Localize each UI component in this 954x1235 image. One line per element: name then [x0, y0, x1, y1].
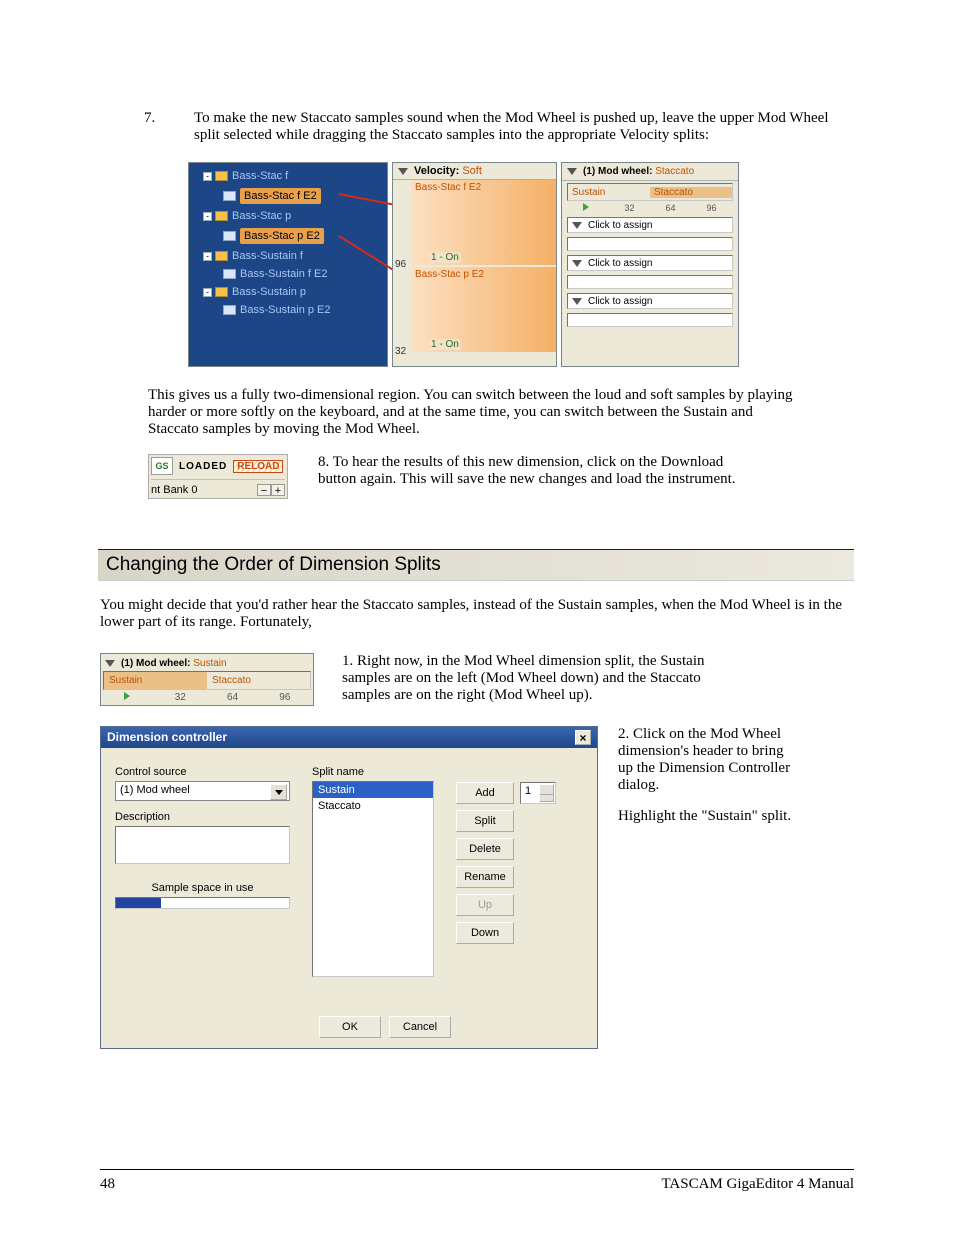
dropdown-icon [572, 260, 582, 267]
loaded-label: LOADED [179, 461, 227, 472]
modwheel-thumb-sustain: Sustain [104, 672, 207, 689]
folder-icon [215, 211, 228, 221]
assign-slot-1-body [567, 237, 733, 251]
control-source-dropdown[interactable]: (1) Mod wheel [115, 781, 290, 801]
tree-folder: -Bass-Stac f [197, 167, 385, 185]
folder-icon [215, 171, 228, 181]
dimension-controller-dialog: Dimension controller × Control source (1… [100, 726, 598, 1049]
tree-wave: Bass-Stac p E2 [197, 225, 385, 247]
sample-tree-panel: -Bass-Stac fBass-Stac f E2-Bass-Stac pBa… [188, 162, 388, 367]
plus-button[interactable]: + [271, 484, 285, 496]
assign-slot-1: Click to assign [567, 217, 733, 233]
page-footer: 48 TASCAM GigaEditor 4 Manual [100, 1169, 854, 1193]
manual-title: TASCAM GigaEditor 4 Manual [661, 1176, 854, 1193]
tree-folder: -Bass-Sustain p [197, 283, 385, 301]
sample-space-bar [115, 897, 290, 909]
on-label-top: 1 - On [429, 252, 461, 263]
modwheel-splits: Sustain Staccato [567, 183, 733, 201]
load-panel-thumb: GS LOADED RELOAD nt Bank 0 − + [148, 454, 288, 499]
ok-button[interactable]: OK [319, 1016, 381, 1038]
tree-wave: Bass-Sustain f E2 [197, 265, 385, 283]
screenshot-strip: -Bass-Stac fBass-Stac f E2-Bass-Stac pBa… [188, 162, 854, 367]
dropdown-icon [572, 222, 582, 229]
modwheel-panel: (1) Mod wheel: Staccato Sustain Staccato… [561, 162, 739, 367]
velocity-bot-label: Bass-Stac p E2 [415, 269, 484, 280]
modwheel-split-sustain: Sustain [568, 187, 650, 198]
assign-slot-2: Click to assign [567, 255, 733, 271]
para-two-dimensional: This gives us a fully two-dimensional re… [148, 387, 806, 438]
modwheel-ruler: 326496 [562, 203, 738, 213]
reload-button[interactable]: RELOAD [233, 460, 283, 473]
tree-wave: Bass-Sustain p E2 [197, 301, 385, 319]
axis-tick: 32 [395, 346, 406, 357]
control-source-label: Control source [115, 766, 290, 778]
tree-folder: -Bass-Stac p [197, 207, 385, 225]
section-heading: Changing the Order of Dimension Splits [98, 549, 854, 581]
velocity-split-top: Bass-Stac f E2 96 1 - On [411, 180, 556, 265]
wave-icon [223, 269, 236, 279]
step-7: 7. To make the new Staccato samples soun… [144, 110, 854, 144]
axis-tick: 96 [395, 259, 406, 270]
assign-slot-3-body [567, 313, 733, 327]
section-intro: You might decide that you'd rather hear … [100, 597, 854, 631]
dropdown-icon [567, 168, 577, 175]
delete-button[interactable]: Delete [456, 838, 514, 860]
dialog-title-text: Dimension controller [107, 730, 227, 745]
cancel-button[interactable]: Cancel [389, 1016, 451, 1038]
on-label-bot: 1 - On [429, 339, 461, 350]
modwheel-header: (1) Mod wheel: Staccato [562, 163, 738, 181]
add-button[interactable]: Add [456, 782, 514, 804]
step-8-text: 8. To hear the results of this new dimen… [318, 454, 758, 488]
add-count-spinner[interactable]: 1 [520, 782, 556, 804]
step-7-number: 7. [144, 110, 164, 144]
split-button[interactable]: Split [456, 810, 514, 832]
wave-icon [223, 191, 236, 201]
folder-icon [215, 251, 228, 261]
sample-space-label: Sample space in use [115, 882, 290, 894]
step-7-text: To make the new Staccato samples sound w… [194, 110, 854, 144]
dropdown-icon [105, 660, 115, 667]
split-item-sustain[interactable]: Sustain [313, 782, 433, 798]
description-field[interactable] [115, 826, 290, 864]
split-list[interactable]: Sustain Staccato [312, 781, 434, 977]
dialog-titlebar: Dimension controller × [101, 727, 597, 748]
wave-icon [223, 231, 236, 241]
bank-label: nt Bank 0 [151, 484, 197, 496]
modwheel-thumb-staccato: Staccato [207, 672, 310, 689]
velocity-split-bottom: Bass-Stac p E2 32 1 - On [411, 267, 556, 352]
page-number: 48 [100, 1176, 115, 1193]
play-icon [583, 203, 589, 211]
up-button[interactable]: Up [456, 894, 514, 916]
play-icon [124, 692, 130, 700]
tree-folder: -Bass-Sustain f [197, 247, 385, 265]
step-1-text: 1. Right now, in the Mod Wheel dimension… [342, 653, 722, 704]
description-label: Description [115, 811, 290, 823]
velocity-panel: Velocity: Soft Bass-Stac f E2 96 1 - On … [392, 162, 557, 367]
assign-slot-3: Click to assign [567, 293, 733, 309]
rename-button[interactable]: Rename [456, 866, 514, 888]
modwheel-thumb-header: (1) Mod wheel: Sustain [103, 656, 311, 671]
step-2-text: 2. Click on the Mod Wheel dimension's he… [618, 726, 793, 794]
wave-icon [223, 305, 236, 315]
close-button[interactable]: × [575, 730, 591, 745]
folder-icon [215, 287, 228, 297]
velocity-header: Velocity: Soft [393, 163, 556, 180]
step-2-text-block: 2. Click on the Mod Wheel dimension's he… [618, 726, 793, 1049]
split-name-label: Split name [312, 766, 434, 778]
dropdown-icon [572, 298, 582, 305]
highlight-instruction: Highlight the "Sustain" split. [618, 808, 793, 825]
velocity-top-label: Bass-Stac f E2 [415, 182, 481, 193]
modwheel-split-staccato: Staccato [650, 187, 732, 198]
minus-button[interactable]: − [257, 484, 271, 496]
down-button[interactable]: Down [456, 922, 514, 944]
dropdown-icon [398, 168, 408, 175]
split-item-staccato[interactable]: Staccato [313, 798, 433, 814]
assign-slot-2-body [567, 275, 733, 289]
modwheel-split-thumb: (1) Mod wheel: Sustain Sustain Staccato … [100, 653, 314, 706]
gs-icon: GS [151, 457, 173, 475]
